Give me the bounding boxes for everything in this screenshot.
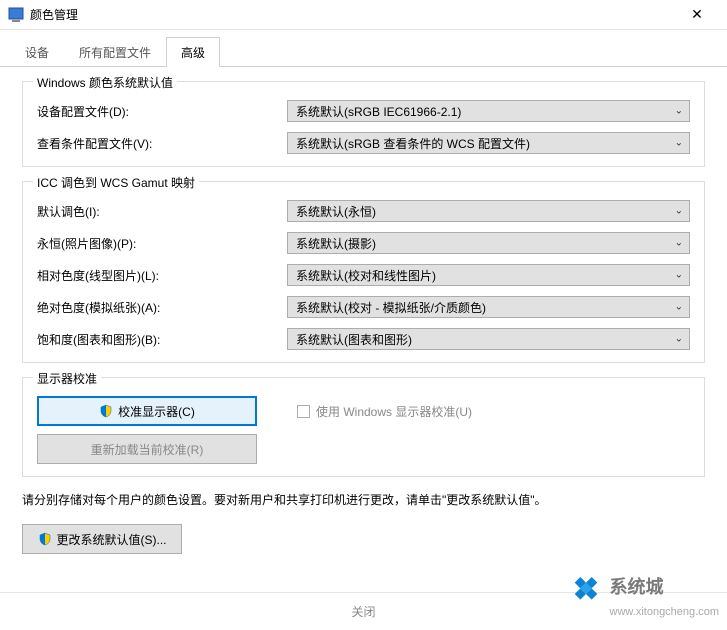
- chevron-down-icon: ⌄: [675, 138, 683, 149]
- label-default-rendering: 默认调色(I):: [37, 203, 287, 220]
- shield-icon: [38, 532, 52, 546]
- select-absolute[interactable]: 系统默认(校对 - 模拟纸张/介质颜色) ⌄: [287, 296, 690, 318]
- watermark-label: 系统城: [610, 573, 719, 599]
- chevron-down-icon: ⌄: [675, 334, 683, 345]
- select-saturation-value: 系统默认(图表和图形): [296, 331, 412, 348]
- label-saturation: 饱和度(图表和图形)(B):: [37, 331, 287, 348]
- select-saturation[interactable]: 系统默认(图表和图形) ⌄: [287, 328, 690, 350]
- tab-devices[interactable]: 设备: [10, 37, 64, 67]
- label-viewing-profile: 查看条件配置文件(V):: [37, 135, 287, 152]
- tab-all-profiles[interactable]: 所有配置文件: [64, 37, 166, 67]
- group-windows-defaults: Windows 颜色系统默认值 设备配置文件(D): 系统默认(sRGB IEC…: [22, 81, 705, 167]
- tab-advanced[interactable]: 高级: [166, 37, 220, 67]
- select-default-rendering[interactable]: 系统默认(永恒) ⌄: [287, 200, 690, 222]
- group-title-windows-defaults: Windows 颜色系统默认值: [33, 74, 177, 91]
- use-windows-calibration-checkbox[interactable]: 使用 Windows 显示器校准(U): [297, 403, 472, 420]
- row-device-profile: 设备配置文件(D): 系统默认(sRGB IEC61966-2.1) ⌄: [37, 100, 690, 122]
- row-relative: 相对色度(线型图片)(L): 系统默认(校对和线性图片) ⌄: [37, 264, 690, 286]
- reload-calibration-button: 重新加载当前校准(R): [37, 434, 257, 464]
- chevron-down-icon: ⌄: [675, 206, 683, 217]
- label-relative: 相对色度(线型图片)(L):: [37, 267, 287, 284]
- select-perceptual[interactable]: 系统默认(摄影) ⌄: [287, 232, 690, 254]
- select-absolute-value: 系统默认(校对 - 模拟纸张/介质颜色): [296, 299, 486, 316]
- watermark-icon: [568, 576, 604, 617]
- chevron-down-icon: ⌄: [675, 302, 683, 313]
- note-text: 请分别存储对每个用户的颜色设置。要对新用户和共享打印机进行更改，请单击"更改系统…: [22, 491, 705, 508]
- calibrate-display-button[interactable]: 校准显示器(C): [37, 396, 257, 426]
- titlebar: 颜色管理 ✕: [0, 0, 727, 30]
- group-display-calibration: 显示器校准 校准显示器(C) 使用 Windows 显示器校准(U) 重新加载当…: [22, 377, 705, 477]
- shield-icon: [99, 404, 113, 418]
- row-absolute: 绝对色度(模拟纸张)(A): 系统默认(校对 - 模拟纸张/介质颜色) ⌄: [37, 296, 690, 318]
- change-system-defaults-button[interactable]: 更改系统默认值(S)...: [22, 524, 182, 554]
- label-absolute: 绝对色度(模拟纸张)(A):: [37, 299, 287, 316]
- row-viewing-profile: 查看条件配置文件(V): 系统默认(sRGB 查看条件的 WCS 配置文件) ⌄: [37, 132, 690, 154]
- footer-close-label: 关闭: [351, 603, 375, 620]
- row-default-rendering: 默认调色(I): 系统默认(永恒) ⌄: [37, 200, 690, 222]
- watermark-sub: www.xitongcheng.com: [610, 606, 719, 618]
- close-button[interactable]: ✕: [675, 1, 719, 29]
- group-title-display-calibration: 显示器校准: [33, 370, 101, 387]
- row-perceptual: 永恒(照片图像)(P): 系统默认(摄影) ⌄: [37, 232, 690, 254]
- chevron-down-icon: ⌄: [675, 106, 683, 117]
- app-icon: [8, 7, 24, 23]
- reload-calibration-label: 重新加载当前校准(R): [91, 441, 204, 458]
- tab-bar: 设备 所有配置文件 高级: [0, 30, 727, 67]
- row-saturation: 饱和度(图表和图形)(B): 系统默认(图表和图形) ⌄: [37, 328, 690, 350]
- close-icon: ✕: [691, 6, 703, 23]
- group-title-icc-mapping: ICC 调色到 WCS Gamut 映射: [33, 174, 199, 191]
- window-title: 颜色管理: [30, 6, 675, 23]
- watermark: 系统城 www.xitongcheng.com: [568, 573, 719, 620]
- chevron-down-icon: ⌄: [675, 238, 683, 249]
- select-default-rendering-value: 系统默认(永恒): [296, 203, 376, 220]
- checkbox-box-icon: [297, 405, 310, 418]
- label-perceptual: 永恒(照片图像)(P):: [37, 235, 287, 252]
- use-windows-calibration-label: 使用 Windows 显示器校准(U): [316, 403, 472, 420]
- select-relative[interactable]: 系统默认(校对和线性图片) ⌄: [287, 264, 690, 286]
- select-perceptual-value: 系统默认(摄影): [296, 235, 376, 252]
- group-icc-mapping: ICC 调色到 WCS Gamut 映射 默认调色(I): 系统默认(永恒) ⌄…: [22, 181, 705, 363]
- content-area: Windows 颜色系统默认值 设备配置文件(D): 系统默认(sRGB IEC…: [0, 67, 727, 554]
- select-device-profile[interactable]: 系统默认(sRGB IEC61966-2.1) ⌄: [287, 100, 690, 122]
- select-device-profile-value: 系统默认(sRGB IEC61966-2.1): [296, 103, 461, 120]
- select-viewing-profile-value: 系统默认(sRGB 查看条件的 WCS 配置文件): [296, 135, 530, 152]
- select-relative-value: 系统默认(校对和线性图片): [296, 267, 436, 284]
- calibrate-display-label: 校准显示器(C): [118, 403, 195, 420]
- change-system-defaults-label: 更改系统默认值(S)...: [57, 531, 167, 548]
- select-viewing-profile[interactable]: 系统默认(sRGB 查看条件的 WCS 配置文件) ⌄: [287, 132, 690, 154]
- chevron-down-icon: ⌄: [675, 270, 683, 281]
- label-device-profile: 设备配置文件(D):: [37, 103, 287, 120]
